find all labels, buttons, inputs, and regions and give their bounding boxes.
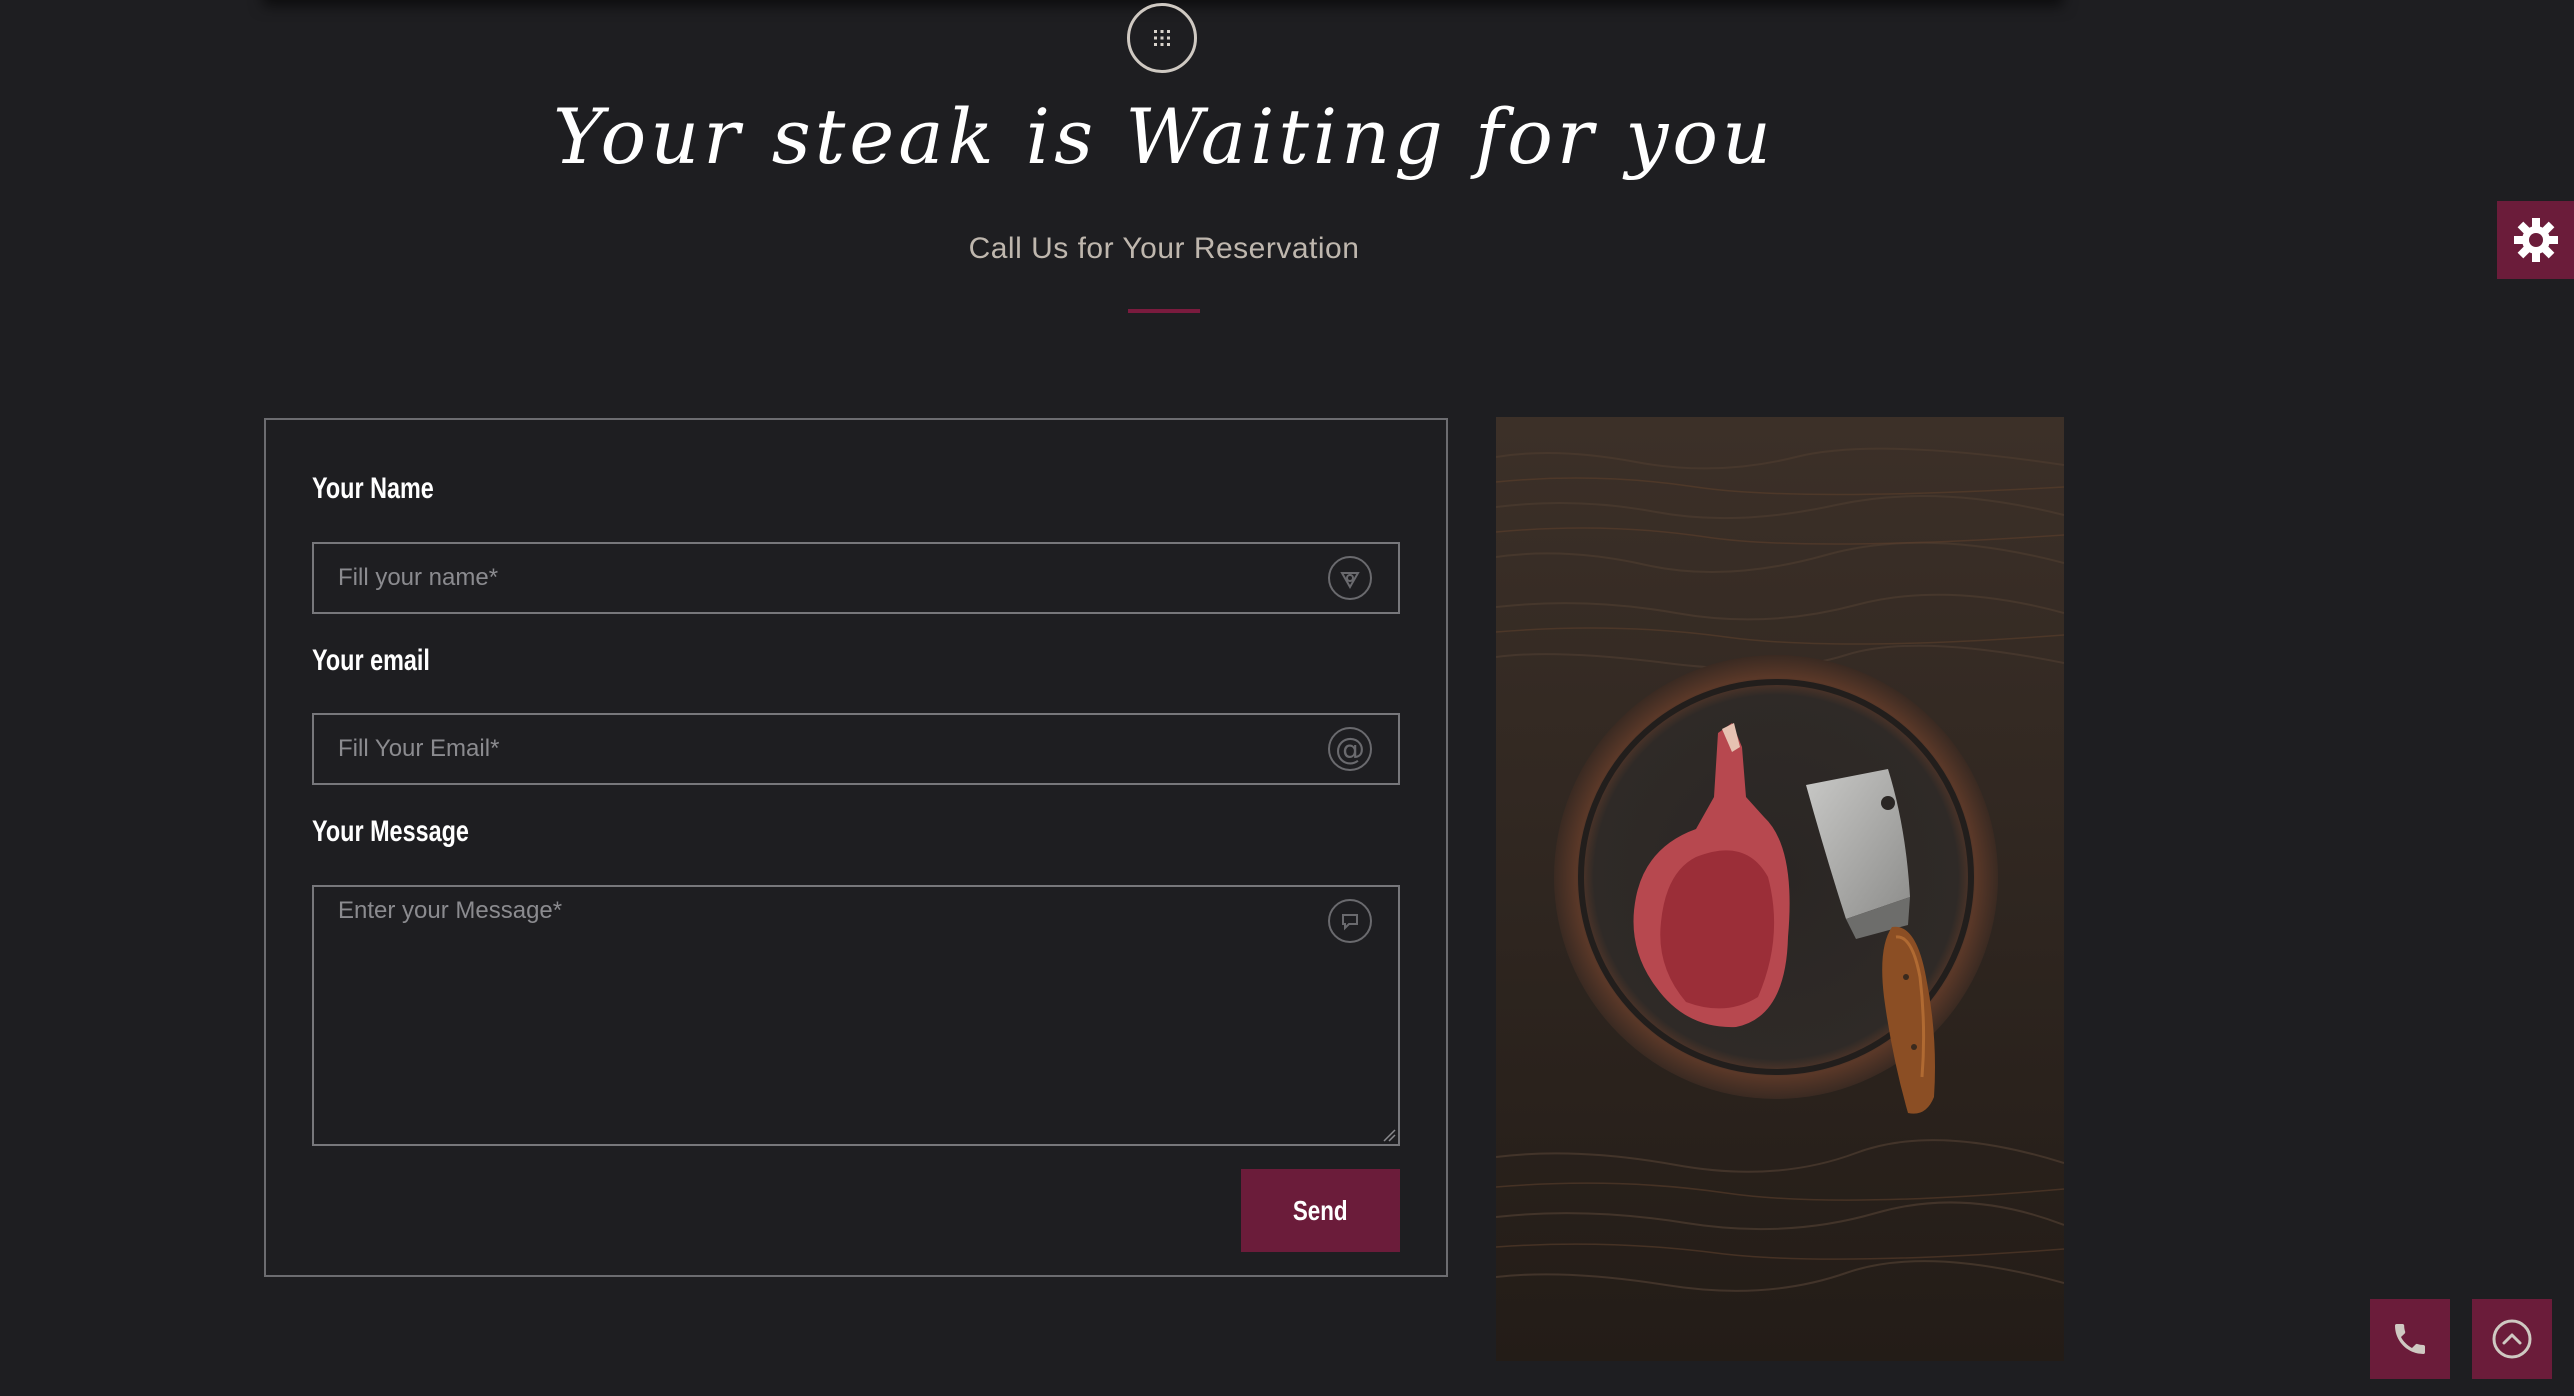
chevron-up-circle-icon xyxy=(2492,1319,2532,1359)
menu-toggle-button[interactable] xyxy=(1127,3,1197,73)
message-field-wrapper xyxy=(312,885,1400,1146)
message-textarea[interactable] xyxy=(314,887,1398,1144)
message-label: Your Message xyxy=(312,815,469,848)
at-sign-icon: @ xyxy=(1328,727,1372,771)
gear-icon xyxy=(2513,218,2558,262)
call-button[interactable] xyxy=(2370,1299,2450,1379)
email-label: Your email xyxy=(312,644,430,677)
user-icon xyxy=(1328,556,1372,600)
settings-button[interactable] xyxy=(2497,201,2574,279)
chat-bubble-icon xyxy=(1328,899,1372,943)
steak-photo xyxy=(1496,417,2064,1361)
scroll-top-button[interactable] xyxy=(2472,1299,2552,1379)
send-button-label: Send xyxy=(1293,1194,1348,1226)
phone-icon xyxy=(2395,1324,2425,1354)
page-title: Your steak is Waiting for you xyxy=(552,92,1775,181)
send-button[interactable]: Send xyxy=(1241,1169,1400,1252)
grid-dots-icon xyxy=(1154,30,1170,46)
name-input[interactable] xyxy=(314,544,1398,612)
name-label: Your Name xyxy=(312,472,434,505)
title-divider xyxy=(1128,309,1200,313)
name-field-wrapper xyxy=(312,542,1400,614)
resize-grip-icon[interactable] xyxy=(1380,1126,1396,1142)
page-subtitle: Call Us for Your Reservation xyxy=(968,232,1360,265)
email-input[interactable] xyxy=(314,715,1398,783)
email-field-wrapper: @ xyxy=(312,713,1400,785)
